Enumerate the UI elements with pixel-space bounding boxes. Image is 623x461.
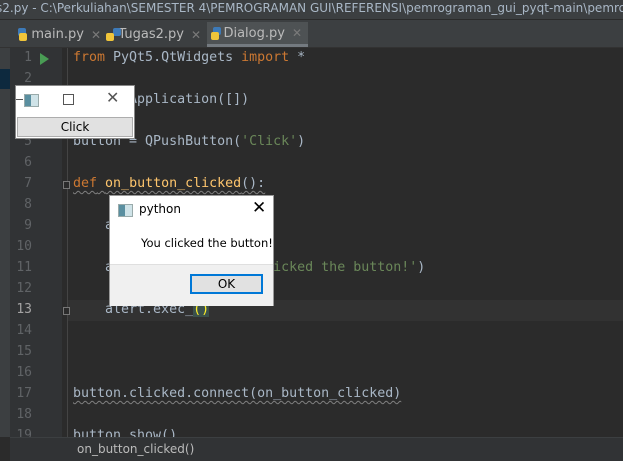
line-number: 2 [24, 71, 32, 86]
code-line-17[interactable]: button.clicked.connect(on_button_clicked… [73, 386, 401, 401]
status-bar: on_button_clicked() [10, 437, 623, 461]
line-number: 18 [16, 407, 32, 422]
line-number: 15 [16, 344, 32, 359]
line-number: 17 [16, 386, 32, 401]
tab-label: Dialog.py [223, 25, 285, 41]
dialog-message: You clicked the button! [141, 236, 273, 250]
code-line-7[interactable]: def on_button_clicked(): [73, 176, 265, 191]
message-dialog: python ✕ You clicked the button! OK [109, 195, 274, 306]
fold-icon[interactable] [63, 307, 70, 315]
python-file-icon [211, 26, 222, 40]
line-number: 9 [24, 218, 32, 233]
app-icon [118, 204, 133, 217]
click-button[interactable]: Click [17, 117, 133, 137]
close-icon[interactable]: ✕ [252, 198, 266, 218]
qt-app-window: ✕ Click [15, 85, 135, 139]
tab-tugas2-py[interactable]: Tugas2.py ✕ [103, 22, 207, 47]
line-number: 14 [16, 323, 32, 338]
tab-label: Tugas2.py [118, 27, 184, 42]
dialog-title: python [139, 202, 181, 216]
tab-label: main.py [31, 27, 84, 42]
window-title: s2.py - C:\Perkuliahan\SEMESTER 4\PEMROG… [0, 1, 623, 15]
code-line-1[interactable]: from PyQt5.QtWidgets import * [73, 50, 305, 65]
close-tab-icon[interactable]: ✕ [91, 28, 101, 42]
line-number: 13 [16, 302, 32, 317]
line-number: 11 [16, 260, 32, 275]
editor-tabs: main.py ✕ Tugas2.py ✕ Dialog.py ✕ [0, 20, 623, 48]
window-title-bar: s2.py - C:\Perkuliahan\SEMESTER 4\PEMROG… [0, 0, 623, 20]
line-number: 1 [24, 50, 32, 65]
line-number: 16 [16, 365, 32, 380]
close-tab-icon[interactable]: ✕ [292, 26, 302, 40]
run-icon[interactable] [40, 53, 49, 65]
python-file-icon [18, 28, 28, 41]
breadcrumb[interactable]: on_button_clicked() [77, 438, 194, 461]
python-file-icon [103, 28, 125, 41]
fold-icon[interactable] [63, 181, 70, 189]
line-number: 8 [24, 197, 32, 212]
line-number: 6 [24, 155, 32, 170]
close-tab-icon[interactable]: ✕ [191, 28, 201, 42]
tab-main-py[interactable]: main.py ✕ [12, 22, 107, 47]
line-number: 10 [16, 239, 32, 254]
line-number: 7 [24, 176, 32, 191]
app-icon [24, 94, 39, 107]
line-number: 12 [16, 281, 32, 296]
maximize-icon[interactable] [63, 94, 74, 105]
ok-button[interactable]: OK [190, 274, 263, 294]
close-icon[interactable]: ✕ [106, 88, 119, 107]
minimize-icon[interactable] [16, 99, 23, 100]
tab-dialog-py[interactable]: Dialog.py ✕ [207, 22, 308, 47]
